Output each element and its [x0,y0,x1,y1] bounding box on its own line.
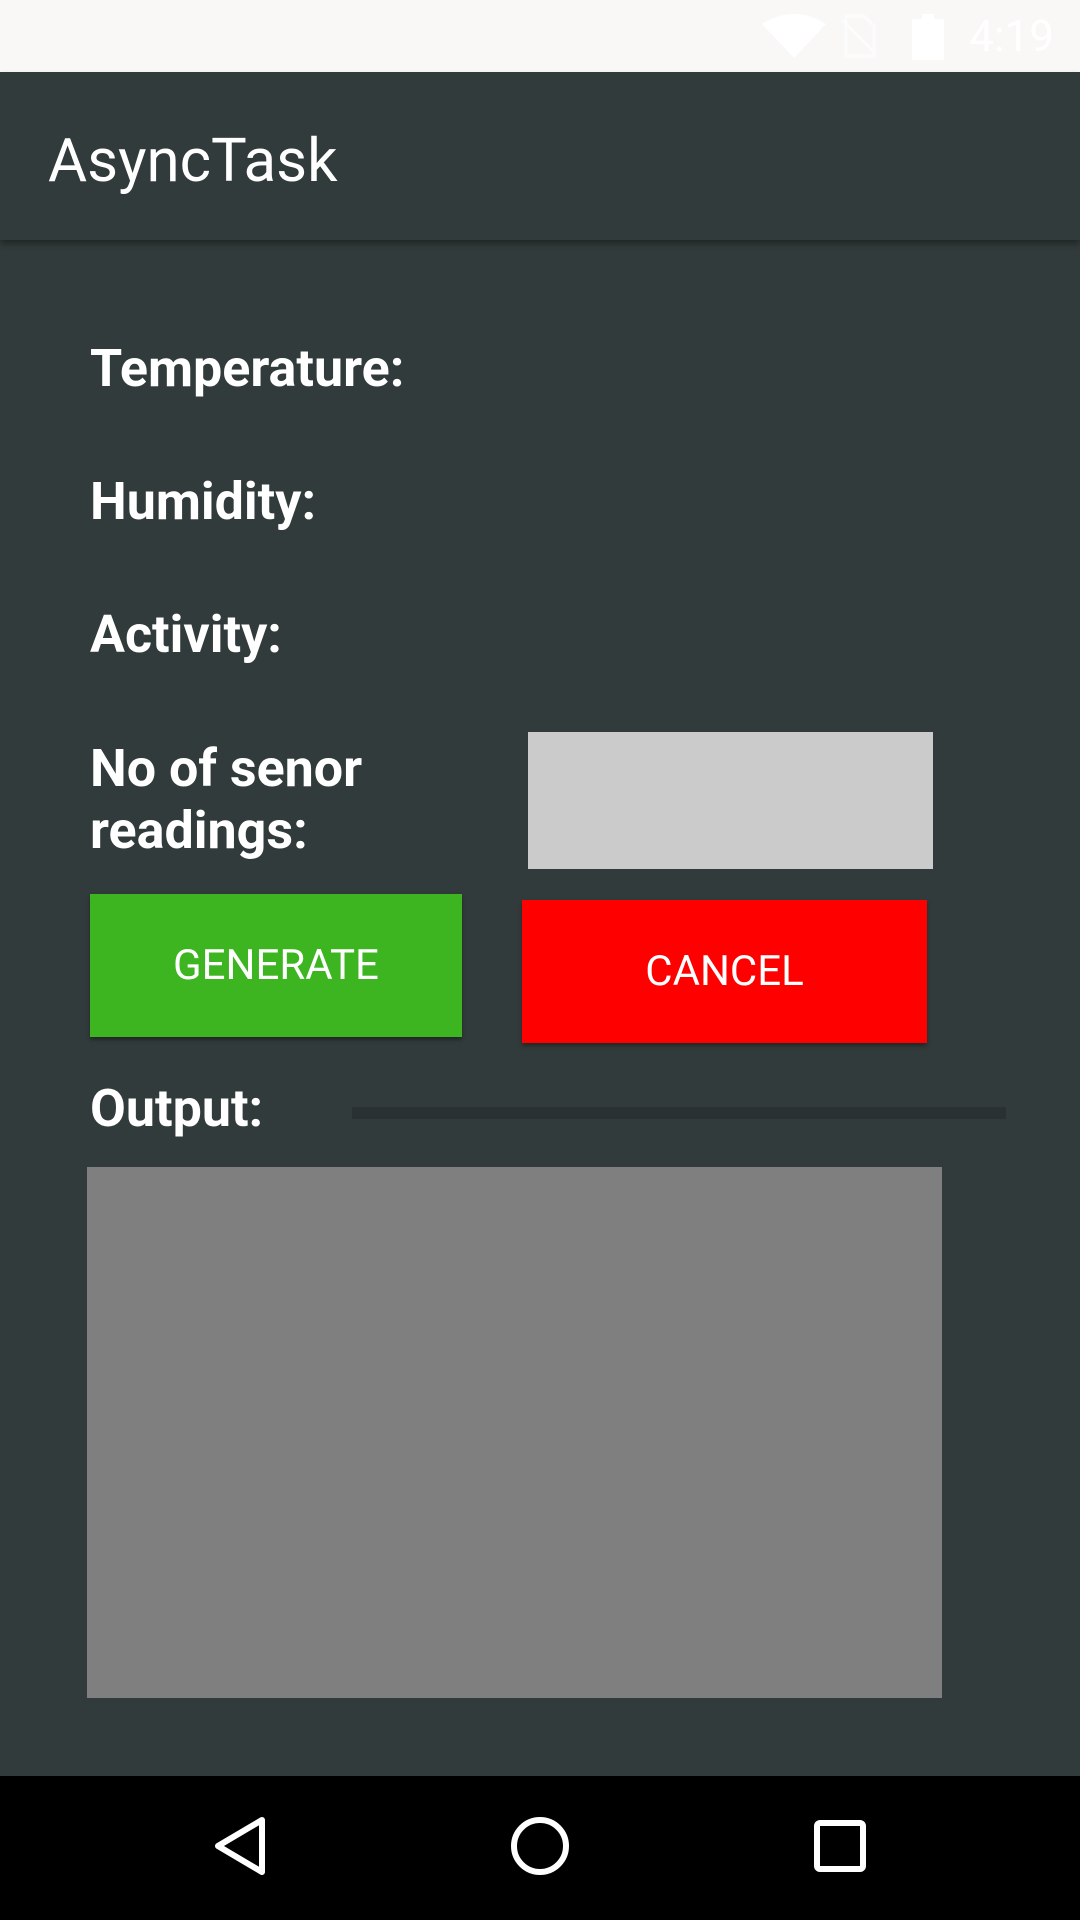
generate-button[interactable]: GENERATE [90,894,462,1037]
app-bar: AsyncTask [0,72,1080,240]
status-time: 4:19 [969,10,1054,62]
home-button[interactable] [480,1776,600,1920]
navigation-bar [0,1776,1080,1920]
temperature-label: Temperature: [90,338,405,399]
status-bar: 4:19 [0,0,1080,72]
recents-button[interactable] [780,1776,900,1920]
wifi-icon [762,14,826,62]
readings-label: No of senor readings: [90,738,362,862]
home-icon [508,1814,572,1882]
activity-label: Activity: [90,604,282,665]
back-button[interactable] [180,1776,300,1920]
battery-icon [912,14,944,64]
app-title: AsyncTask [48,125,338,196]
readings-label-line2: readings: [90,800,308,861]
readings-label-line1: No of senor [90,738,363,799]
progress-bar [352,1107,1006,1119]
readings-count-input[interactable] [528,732,933,869]
cancel-button[interactable]: CANCEL [522,900,927,1043]
recents-icon [812,1818,868,1878]
no-sim-icon [838,14,878,62]
output-box [87,1167,942,1698]
output-label: Output: [90,1078,264,1139]
back-icon [210,1814,270,1882]
humidity-label: Humidity: [90,471,317,532]
